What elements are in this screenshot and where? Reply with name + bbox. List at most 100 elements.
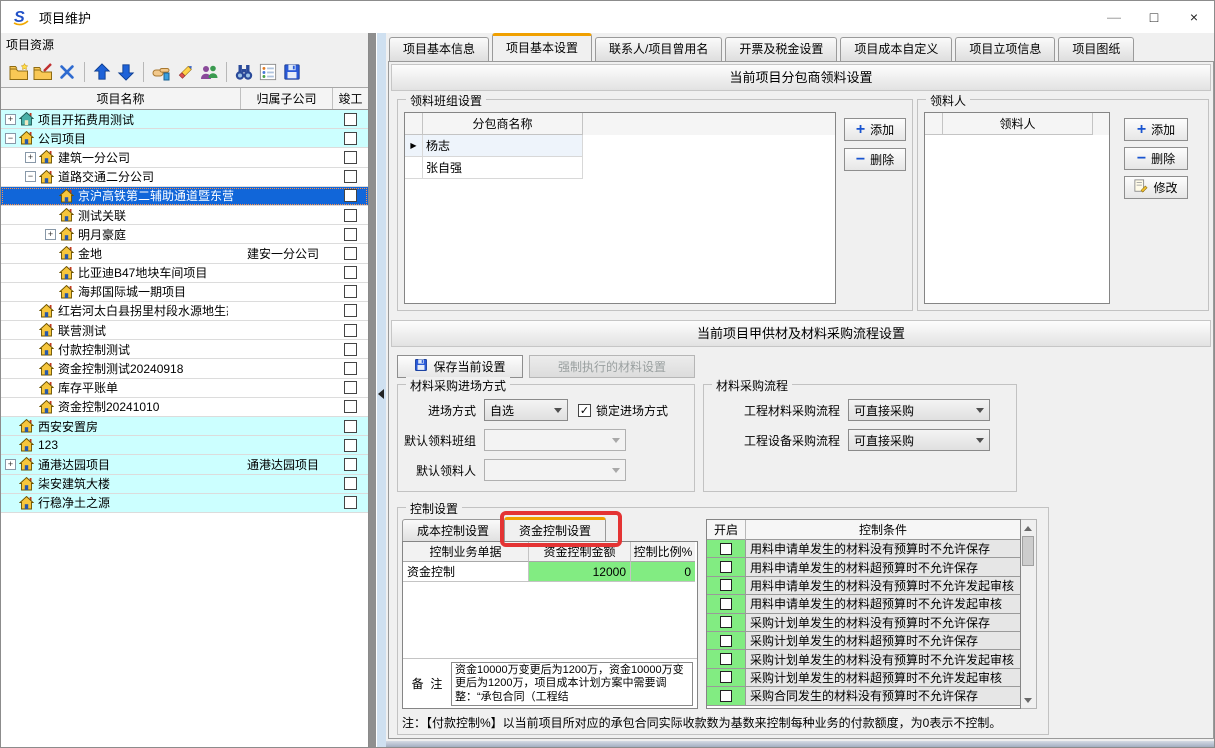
tree-row[interactable]: 海邦国际城一期项目 <box>1 283 368 302</box>
tree-row[interactable]: 库存平账单 <box>1 379 368 398</box>
enable-checkbox[interactable] <box>720 690 732 702</box>
tree-row[interactable]: 联营测试 <box>1 321 368 340</box>
default-team-select[interactable] <box>484 429 626 451</box>
picker-modify-button[interactable]: 修改 <box>1124 176 1188 199</box>
enable-checkbox[interactable] <box>720 598 732 610</box>
completed-checkbox[interactable] <box>344 170 357 183</box>
completed-checkbox[interactable] <box>344 304 357 317</box>
tree-row[interactable]: −公司项目 <box>1 129 368 148</box>
collapse-left-icon[interactable] <box>378 389 384 399</box>
expand-icon[interactable]: + <box>5 114 16 125</box>
completed-checkbox[interactable] <box>344 151 357 164</box>
search-icon[interactable] <box>232 61 256 83</box>
conditions-scrollbar[interactable] <box>1021 519 1037 709</box>
users-icon[interactable] <box>197 61 221 83</box>
team-add-button[interactable]: +添加 <box>844 118 906 141</box>
condition-row[interactable]: 用料申请单发生的材料没有预算时不允许发起审核 <box>707 577 1020 595</box>
tab-6[interactable]: 项目立项信息 <box>955 37 1055 61</box>
condition-row[interactable]: 采购计划单发生的材料没有预算时不允许发起审核 <box>707 650 1020 668</box>
tree-row[interactable]: 比亚迪B47地块车间项目 <box>1 264 368 283</box>
completed-checkbox[interactable] <box>344 381 357 394</box>
tree-row[interactable]: 付款控制测试 <box>1 340 368 359</box>
condition-row[interactable]: 采购合同发生的材料没有预算时不允许保存 <box>707 687 1020 705</box>
completed-checkbox[interactable] <box>344 324 357 337</box>
edit-folder-icon[interactable] <box>31 61 55 83</box>
panel-splitter[interactable] <box>369 33 386 748</box>
picker-remove-button[interactable]: −删除 <box>1124 147 1188 170</box>
completed-checkbox[interactable] <box>344 458 357 471</box>
collapse-icon[interactable]: − <box>5 133 16 144</box>
tree-row[interactable]: 红岩河太白县拐里村段水源地生态 <box>1 302 368 321</box>
condition-row[interactable]: 采购计划单发生的材料超预算时不允许保存 <box>707 632 1020 650</box>
expand-icon[interactable]: + <box>5 459 16 470</box>
tree-row[interactable]: 资金控制测试20240918 <box>1 359 368 378</box>
tree-row[interactable]: 柒安建筑大楼 <box>1 475 368 494</box>
tree-row[interactable]: +通港达园项目通港达园项目 <box>1 455 368 474</box>
collapse-icon[interactable]: − <box>25 171 36 182</box>
lock-entry-checkbox[interactable]: ✓ <box>578 404 591 417</box>
enable-checkbox[interactable] <box>720 561 732 573</box>
subcontractor-row[interactable]: 杨志 <box>405 135 835 157</box>
tree-row[interactable]: 京沪高铁第二辅助通道暨东营 <box>1 187 368 206</box>
expand-icon[interactable]: + <box>45 229 56 240</box>
enable-checkbox[interactable] <box>720 653 732 665</box>
expand-icon[interactable]: + <box>25 152 36 163</box>
save-settings-button[interactable]: 保存当前设置 <box>397 355 523 378</box>
tree-row[interactable]: +项目开拓费用测试 <box>1 110 368 129</box>
tab-4[interactable]: 开票及税金设置 <box>725 37 837 61</box>
enable-checkbox[interactable] <box>720 543 732 555</box>
move-down-icon[interactable] <box>114 61 138 83</box>
control-table-row[interactable]: 资金控制120000 <box>403 562 697 582</box>
tree-row[interactable]: 123 <box>1 436 368 455</box>
delete-icon[interactable] <box>55 61 79 83</box>
condition-row[interactable]: 用料申请单发生的材料超预算时不允许保存 <box>707 558 1020 576</box>
control-tab-1[interactable]: 成本控制设置 <box>402 519 504 543</box>
maximize-button[interactable]: □ <box>1134 1 1174 33</box>
entry-mode-select[interactable]: 自选 <box>484 399 568 421</box>
completed-checkbox[interactable] <box>344 228 357 241</box>
tree-row[interactable]: 西安安置房 <box>1 417 368 436</box>
tab-1[interactable]: 项目基本信息 <box>389 37 489 61</box>
control-amount-cell[interactable]: 12000 <box>529 562 631 582</box>
completed-checkbox[interactable] <box>344 496 357 509</box>
minimize-button[interactable]: — <box>1094 1 1134 33</box>
condition-row[interactable]: 用料申请单发生的材料超预算时不允许发起审核 <box>707 595 1020 613</box>
tab-3[interactable]: 联系人/项目曾用名 <box>595 37 722 61</box>
completed-checkbox[interactable] <box>344 132 357 145</box>
view-grid-icon[interactable] <box>256 61 280 83</box>
tab-5[interactable]: 项目成本自定义 <box>840 37 952 61</box>
picker-add-button[interactable]: +添加 <box>1124 118 1188 141</box>
team-remove-button[interactable]: −删除 <box>844 148 906 171</box>
subcontractor-row[interactable]: 张自强 <box>405 157 835 179</box>
completed-checkbox[interactable] <box>344 209 357 222</box>
tree-row[interactable]: −道路交通二分公司 <box>1 168 368 187</box>
scroll-down-icon[interactable] <box>1021 693 1035 707</box>
tab-2[interactable]: 项目基本设置 <box>492 33 592 61</box>
tree-row[interactable]: +明月豪庭 <box>1 225 368 244</box>
enable-checkbox[interactable] <box>720 635 732 647</box>
new-folder-icon[interactable] <box>7 61 31 83</box>
completed-checkbox[interactable] <box>344 439 357 452</box>
tree-row[interactable]: 资金控制20241010 <box>1 398 368 417</box>
enable-checkbox[interactable] <box>720 671 732 683</box>
erase-icon[interactable] <box>173 61 197 83</box>
completed-checkbox[interactable] <box>344 477 357 490</box>
completed-checkbox[interactable] <box>344 362 357 375</box>
control-ratio-cell[interactable]: 0 <box>631 562 695 582</box>
assign-icon[interactable] <box>149 61 173 83</box>
close-button[interactable]: × <box>1174 1 1214 33</box>
condition-row[interactable]: 用料申请单发生的材料没有预算时不允许保存 <box>707 540 1020 558</box>
completed-checkbox[interactable] <box>344 266 357 279</box>
tree-row[interactable]: +建筑一分公司 <box>1 148 368 167</box>
move-up-icon[interactable] <box>90 61 114 83</box>
default-picker-select[interactable] <box>484 459 626 481</box>
completed-checkbox[interactable] <box>344 113 357 126</box>
completed-checkbox[interactable] <box>344 400 357 413</box>
completed-checkbox[interactable] <box>344 189 357 202</box>
tab-7[interactable]: 项目图纸 <box>1058 37 1134 61</box>
completed-checkbox[interactable] <box>344 247 357 260</box>
equipment-flow-select[interactable]: 可直接采购 <box>848 429 990 451</box>
enable-checkbox[interactable] <box>720 579 732 591</box>
tree-row[interactable]: 测试关联 <box>1 206 368 225</box>
scrollbar-thumb[interactable] <box>1022 536 1034 566</box>
